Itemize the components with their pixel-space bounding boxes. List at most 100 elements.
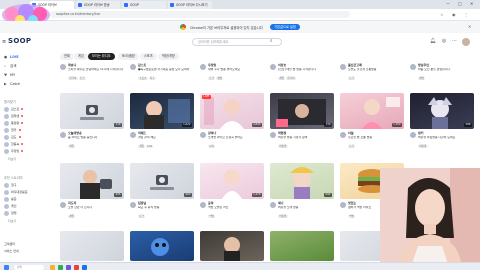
filter-chip[interactable]: 게임 [74, 53, 88, 60]
tag[interactable]: 게임 [68, 145, 76, 148]
tag[interactable]: 게임 [278, 77, 286, 80]
tag[interactable]: 캠방 [216, 77, 224, 80]
sidebar-item-live[interactable]: ● LIVE [4, 53, 19, 61]
filter-chip[interactable]: 먹방/쿡방 [158, 53, 179, 60]
tag[interactable]: 토크 [208, 77, 216, 80]
stream-thumbnail[interactable]: 774 [270, 93, 334, 129]
close-icon[interactable]: ✕ [468, 24, 471, 29]
stream-thumbnail[interactable]: 1,022 [130, 93, 194, 129]
stream-card[interactable]: 588 밍키 버츄얼 아침방송 다같이 모여요 버츄얼 [410, 93, 476, 153]
stream-thumbnail[interactable] [60, 231, 124, 261]
favorite-streamer[interactable]: 김도 [4, 134, 21, 141]
favorite-streamer[interactable]: 감스트 [4, 106, 24, 113]
tag[interactable]: 한국어 [286, 77, 296, 80]
avatar [200, 64, 206, 70]
stream-card[interactable]: 1,390 이설 수요일 밤 소통 방송 토크 [340, 93, 406, 153]
tag[interactable]: LOL [146, 145, 154, 148]
close-icon[interactable]: ✕ [470, 1, 473, 6]
recommended-streamer[interactable]: 철구 [4, 182, 17, 189]
maximize-icon[interactable]: □ [458, 1, 462, 6]
stream-thumbnail[interactable]: 455 [60, 163, 124, 199]
stream-thumbnail[interactable] [200, 231, 264, 261]
filter-chip-selected[interactable]: 보이는 라디오 [88, 53, 115, 60]
favorite-streamer[interactable]: 침착맨 [4, 113, 24, 120]
search-icon[interactable]: ⌕ [270, 38, 273, 44]
bell-icon[interactable]: 🔔︎ [430, 38, 436, 44]
grid-icon[interactable]: ⋯ [452, 38, 457, 44]
favorite-streamer[interactable]: 우정잉 [4, 148, 24, 155]
browser-tab[interactable]: SOOP [122, 1, 166, 9]
url-field[interactable]: sooplive.co.kr/directory/live [50, 11, 350, 18]
stream-thumbnail[interactable]: 903 [130, 163, 194, 199]
avatar[interactable] [462, 38, 470, 46]
sidebar-footer-link[interactable]: 고객센터 [4, 241, 15, 248]
sidebar-item-catch[interactable]: ▶ Catch [4, 80, 20, 88]
bookmark-icon[interactable]: ☆ [440, 12, 444, 17]
browser-tab[interactable]: SOOP 라이브 다시보기 [168, 1, 212, 9]
app-icon[interactable] [82, 264, 87, 270]
profile-icon[interactable]: ◉ [452, 12, 456, 17]
sidebar-item-my[interactable]: ♥ MY [4, 71, 15, 79]
recommended-streamer[interactable]: 봉준 [4, 196, 17, 203]
stream-thumbnail[interactable]: LIVE 2,845 [200, 93, 264, 129]
favorite-streamer[interactable]: 릴카 [4, 127, 21, 134]
search-input[interactable]: 검색어를 입력해주세요 [192, 38, 282, 46]
chrome-icon[interactable] [58, 264, 63, 270]
app-icon[interactable] [74, 264, 79, 270]
tag[interactable]: 보라 [208, 145, 216, 148]
stream-card[interactable]: LIVE 2,845 강하나 노래방 라이브 신청곡 받아요 보라 [200, 93, 266, 153]
app-icon[interactable] [66, 264, 71, 270]
tag[interactable]: 스포츠 [138, 77, 148, 80]
browser-tab[interactable]: SOOP 라이브 방송 [76, 1, 120, 9]
start-icon[interactable] [4, 264, 9, 270]
filter-chip[interactable]: 스포츠 [140, 53, 157, 60]
stream-card[interactable]: 318 오늘의방송 숲 라이브 방송 중입니다 게임 [60, 93, 126, 153]
stream-thumbnail[interactable]: 692 [270, 163, 334, 199]
stream-card[interactable]: 1,022 빅헤드 게임 같이 해요 게임 LOL [130, 93, 196, 153]
folder-icon[interactable] [50, 264, 55, 270]
sidebar-footer-link[interactable]: 서비스 안내 [4, 248, 19, 255]
tag[interactable]: 게임 [138, 145, 146, 148]
sidebar-item-search[interactable]: ⌕ 검색 [4, 62, 16, 70]
tag[interactable]: 축구 [148, 77, 156, 80]
menu-icon[interactable]: ≡ [2, 39, 6, 45]
stream-card[interactable]: 1,276 윤하 먹방 오늘은 치킨 먹방 [200, 163, 266, 223]
recommended-streamer[interactable]: 와꾸대장봉준 [4, 189, 28, 196]
stream-thumbnail[interactable]: 588 [410, 93, 474, 129]
stream-thumbnail[interactable]: 1,390 [340, 93, 404, 129]
tag[interactable]: 토크 [78, 77, 86, 80]
tag[interactable]: 버츄얼 [278, 145, 288, 148]
stream-card[interactable]: 903 팀장님 퇴근 후 휴식 방송 토크 [130, 163, 196, 223]
more-recommends-button[interactable]: 더보기 [8, 219, 16, 223]
tag[interactable]: 버츄얼 [278, 215, 288, 218]
favorite-streamer[interactable]: 풍월량 [4, 120, 24, 127]
tag[interactable]: 게임 [68, 215, 76, 218]
stream-card[interactable]: 774 박현정 버츄얼 방송 시청자 참여 버츄얼 [270, 93, 336, 153]
stream-card[interactable]: 455 지도자 오늘 한판 더 갑니다 게임 [60, 163, 126, 223]
tag[interactable]: 먹방 [348, 215, 356, 218]
more-favorites-button[interactable]: 더보기 [8, 157, 16, 161]
stream-thumbnail[interactable] [130, 231, 194, 261]
minimize-icon[interactable]: — [446, 1, 450, 6]
broadcast-icon[interactable]: ◎ [442, 38, 446, 44]
filter-chip[interactable]: 토크/캠방 [118, 53, 139, 60]
favorite-streamer[interactable]: 한동숙 [4, 141, 24, 148]
tag[interactable]: 버츄얼 [418, 145, 428, 148]
recommended-streamer[interactable]: 케인 [4, 203, 17, 210]
tag[interactable]: 토크 [138, 215, 146, 218]
recommended-streamer[interactable]: 양띵 [4, 210, 17, 217]
site-logo[interactable]: SOOP [8, 37, 31, 45]
tag[interactable]: 토크 [348, 77, 356, 80]
taskbar-search[interactable]: 검색 [14, 264, 44, 270]
set-default-button[interactable]: 기본값으로 설정 [270, 24, 300, 30]
tag[interactable]: 먹방 [208, 215, 216, 218]
tag[interactable]: 캠방 [418, 77, 426, 80]
stream-thumbnail[interactable]: 1,276 [200, 163, 264, 199]
tag[interactable]: 토크 [348, 145, 356, 148]
tag[interactable]: 한국어 [68, 77, 78, 80]
stream-thumbnail[interactable] [270, 231, 334, 261]
stream-thumbnail[interactable]: 318 [60, 93, 124, 129]
stream-card[interactable]: 692 세나 버츄얼 노래 방송 버츄얼 [270, 163, 336, 223]
menu-icon[interactable]: ⋮ [464, 12, 468, 17]
filter-chip[interactable]: 전체 [60, 53, 74, 60]
